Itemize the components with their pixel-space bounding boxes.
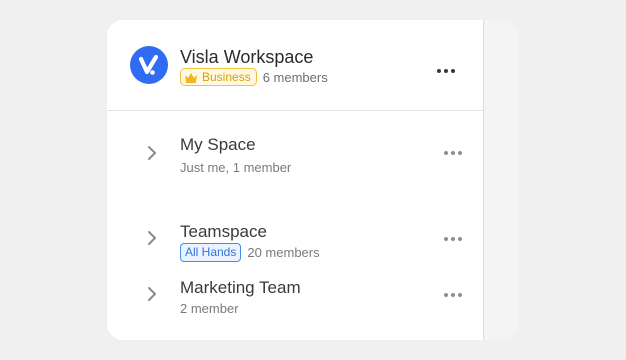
more-dot [451, 237, 455, 241]
workspace-header: Visla Workspace Business 6 members [107, 20, 483, 111]
space-title: Teamspace [180, 222, 267, 241]
chevron-right-icon[interactable] [145, 230, 159, 246]
space-more-button[interactable] [444, 293, 462, 297]
workspace-member-count: 6 members [262, 69, 328, 85]
workspace-name: Visla Workspace [180, 47, 314, 67]
more-dot [458, 237, 462, 241]
more-dot [451, 151, 455, 155]
chevron-right-icon[interactable] [145, 145, 159, 161]
more-dot [444, 293, 448, 297]
space-row-my-space[interactable]: My Space Just me, 1 member [107, 130, 483, 190]
space-more-button[interactable] [444, 151, 462, 155]
more-dot [458, 151, 462, 155]
more-dot [451, 69, 455, 73]
more-dot [437, 69, 441, 73]
workspace-panel: Visla Workspace Business 6 members My Sp… [107, 20, 518, 340]
more-dot [444, 69, 448, 73]
space-title: My Space [180, 135, 256, 154]
plan-badge: Business [180, 68, 257, 86]
workspace-more-button[interactable] [437, 69, 455, 73]
space-row-teamspace[interactable]: Teamspace All Hands 20 members [107, 216, 483, 266]
crown-icon [184, 72, 198, 83]
right-rail [483, 20, 518, 340]
space-tag-badge: All Hands [180, 243, 242, 262]
space-row-marketing-team[interactable]: Marketing Team 2 member [107, 272, 483, 322]
space-more-button[interactable] [444, 237, 462, 241]
workspace-meta: Business 6 members [180, 68, 328, 86]
chevron-right-icon[interactable] [145, 286, 159, 302]
visla-logo-icon [130, 46, 168, 84]
plan-label: Business [202, 70, 251, 84]
more-dot [444, 151, 448, 155]
space-subtitle-line: All Hands 20 members [180, 243, 320, 262]
space-member-count: 20 members [247, 245, 320, 260]
space-title: Marketing Team [180, 278, 301, 297]
space-subtitle: Just me, 1 member [180, 160, 292, 175]
more-dot [444, 237, 448, 241]
more-dot [451, 293, 455, 297]
more-dot [458, 293, 462, 297]
space-subtitle: 2 member [180, 301, 239, 316]
